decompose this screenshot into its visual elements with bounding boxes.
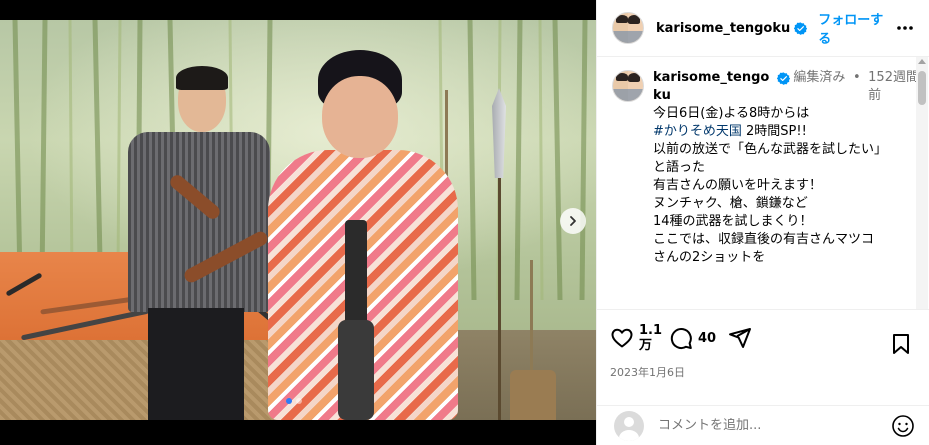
- post-age-line2: 前: [868, 88, 882, 103]
- caption: karisome_tengo ku 編集済み • 152週間 前 今日6日(金)…: [612, 69, 929, 267]
- share-icon: [729, 328, 752, 348]
- caption-line: ここでは、収録直後の有吉さんマツコ: [653, 232, 875, 247]
- post-age-line1: 152週間: [868, 70, 919, 85]
- verified-badge-icon: [794, 21, 808, 35]
- share-button[interactable]: [728, 326, 752, 350]
- save-button[interactable]: [889, 332, 913, 360]
- post-date[interactable]: 2023年1月6日: [610, 364, 929, 380]
- chevron-right-icon: [570, 216, 576, 226]
- verified-badge-icon: [776, 72, 790, 85]
- caption-line: 14種の武器を試しまくり！: [653, 214, 813, 229]
- post-sidebar: karisome_tengoku フォローする karisome_tengo k…: [596, 0, 929, 445]
- like-count[interactable]: 1.1 万: [639, 323, 662, 353]
- scroll-up-icon[interactable]: [918, 59, 926, 64]
- caption-area: karisome_tengo ku 編集済み • 152週間 前 今日6日(金)…: [597, 57, 929, 309]
- post-photo[interactable]: [0, 20, 596, 420]
- comment-icon: [670, 328, 692, 350]
- bookmark-icon: [893, 334, 909, 354]
- comment-bar: [597, 405, 929, 445]
- post-age[interactable]: 152週間 前: [868, 69, 919, 105]
- caption-line: さんの2ショットを: [653, 250, 766, 265]
- post-actions: 1.1 万 40 2023年1月6日: [597, 309, 929, 405]
- scroll-thumb[interactable]: [918, 71, 926, 105]
- caption-text: 2時間SP!!: [741, 124, 807, 139]
- follow-button[interactable]: フォローする: [818, 9, 895, 47]
- more-horizontal-icon: [897, 26, 913, 30]
- caption-username-cont[interactable]: ku: [653, 88, 671, 103]
- caption-line: #かりそめ天国 2時間SP!!: [653, 123, 919, 141]
- avatar[interactable]: [612, 70, 644, 102]
- post-header: karisome_tengoku フォローする: [597, 0, 929, 57]
- person-left-hair: [176, 66, 228, 90]
- carousel-indicator: [286, 398, 302, 404]
- comment-count: 40: [698, 330, 717, 346]
- hashtag-link[interactable]: #かりそめ天国: [653, 124, 742, 139]
- caption-scrollbar[interactable]: [916, 57, 928, 309]
- person-left-jacket: [128, 132, 270, 312]
- caption-line: 今日6日(金)よる8時からは: [653, 106, 810, 121]
- post-viewer: karisome_tengoku フォローする karisome_tengo k…: [0, 0, 929, 445]
- person-right-head: [322, 76, 398, 158]
- person-left-trousers: [148, 308, 244, 420]
- avatar[interactable]: [612, 12, 644, 44]
- heart-icon: [611, 328, 633, 348]
- like-count-line2: 万: [639, 338, 653, 353]
- like-count-line1: 1.1: [639, 323, 663, 338]
- carousel-dot: [286, 398, 292, 404]
- caption-line: と語った: [653, 160, 706, 175]
- media-pane: [0, 0, 596, 445]
- more-options-button[interactable]: [895, 18, 915, 38]
- like-button[interactable]: 1.1 万: [610, 323, 662, 353]
- next-slide-button[interactable]: [560, 208, 586, 234]
- spear: [498, 170, 501, 420]
- comment-input[interactable]: [658, 418, 891, 433]
- username-link[interactable]: karisome_tengoku: [656, 21, 790, 36]
- smiley-icon: [892, 414, 914, 437]
- caption-line: 有吉さんの願いを叶えます！: [653, 178, 823, 193]
- edited-label: 編集済み: [793, 70, 846, 85]
- caption-line: 以前の放送で「色んな武器を試したい」: [653, 142, 888, 157]
- club-head: [338, 320, 374, 420]
- carousel-dot: [296, 398, 302, 404]
- caption-body: karisome_tengo ku 編集済み • 152週間 前 今日6日(金)…: [653, 69, 919, 267]
- caption-username[interactable]: karisome_tengo: [653, 70, 769, 85]
- user-avatar: [614, 410, 644, 441]
- wooden-post: [510, 370, 556, 420]
- caption-line: ヌンチャク、槍、鎖鎌など: [653, 196, 808, 211]
- comment-button[interactable]: 40: [669, 326, 716, 350]
- meta-separator: •: [852, 70, 861, 85]
- emoji-button[interactable]: [891, 414, 915, 438]
